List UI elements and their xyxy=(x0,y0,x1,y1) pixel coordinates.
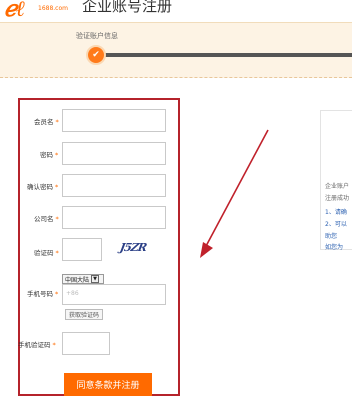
logo-mark[interactable]: ℯℓ xyxy=(4,0,25,22)
hint-line: 注册成功 xyxy=(325,195,350,202)
captcha-label: 验证码 * xyxy=(34,249,59,257)
confirm-password-label: 确认密码 * xyxy=(27,183,59,191)
hint-line: 企业账户 xyxy=(325,183,350,190)
agree-and-register-button[interactable]: 同意条款并注册 xyxy=(64,373,152,396)
captcha-image[interactable]: J5ZR xyxy=(119,241,147,254)
member-label: 会员名 * xyxy=(34,118,59,126)
sms-code-label: 手机验证码 * xyxy=(18,341,56,349)
company-label: 公司名 * xyxy=(34,215,59,223)
progress-band: 验证账户信息 ✔ xyxy=(0,22,352,78)
phone-placeholder: +86 xyxy=(66,290,79,297)
arrow-shaft xyxy=(204,129,269,249)
company-input[interactable] xyxy=(62,206,166,229)
hint-line: 1、请确 xyxy=(325,209,347,216)
logo-domain: 1688.com xyxy=(38,5,68,12)
country-value: 中国大陆 xyxy=(65,276,90,284)
member-input[interactable] xyxy=(62,109,166,132)
captcha-row: 验证码 * J5ZR xyxy=(20,238,180,263)
check-icon: ✔ xyxy=(92,49,100,60)
captcha-input[interactable] xyxy=(62,238,102,261)
sms-code-input[interactable] xyxy=(62,332,110,355)
step-indicator: ✔ xyxy=(86,45,106,65)
header: ℯℓ 1688.com 企业账号注册 xyxy=(0,0,352,22)
chevron-down-icon: ▼ xyxy=(91,275,100,283)
arrow-head xyxy=(200,242,213,258)
password-label: 密码 * xyxy=(40,151,59,159)
phone-label: 手机号码 * xyxy=(27,290,59,298)
registration-page: ℯℓ 1688.com 企业账号注册 验证账户信息 ✔ 会员名 * 密码 * 确认密… xyxy=(0,0,352,396)
hint-panel: 企业账户 注册成功 1、请确 2、可以 助您 如您为 xyxy=(320,110,352,251)
progress-line xyxy=(97,53,352,57)
registration-form: 会员名 * 密码 * 确认密码 * 公司名 * 验证码 * J5ZR 中国大陆 … xyxy=(18,98,180,396)
sms-code-row: 手机验证码 * xyxy=(18,330,180,355)
confirm-password-row: 确认密码 * xyxy=(20,172,180,197)
password-row: 密码 * xyxy=(20,140,180,165)
hint-line: 2、可以 xyxy=(325,221,347,228)
phone-row: 中国大陆 ▼ 手机号码 * +86 获取验证码 xyxy=(20,272,180,324)
hint-line: 如您为 xyxy=(325,244,344,251)
get-sms-code-button[interactable]: 获取验证码 xyxy=(65,309,104,320)
confirm-password-input[interactable] xyxy=(62,174,166,197)
phone-input[interactable]: +86 xyxy=(62,284,166,305)
company-row: 公司名 * xyxy=(20,204,180,229)
step-label: 验证账户信息 xyxy=(76,32,118,40)
page-title: 企业账号注册 xyxy=(82,0,173,15)
password-input[interactable] xyxy=(62,142,166,165)
member-row: 会员名 * xyxy=(20,108,180,133)
country-select[interactable]: 中国大陆 ▼ xyxy=(62,274,104,284)
hint-line: 助您 xyxy=(325,233,338,240)
